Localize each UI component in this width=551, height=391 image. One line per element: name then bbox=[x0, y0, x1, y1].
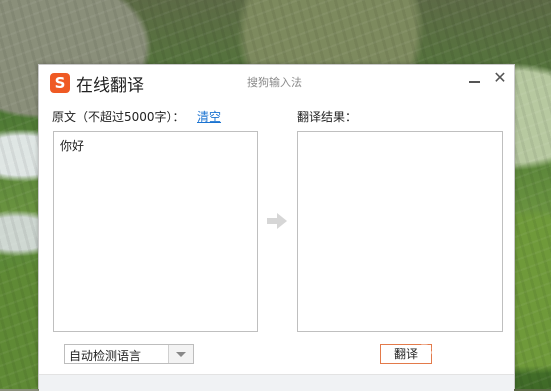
source-label: 原文（不超过5000字）： bbox=[52, 110, 185, 124]
minimize-button[interactable] bbox=[467, 73, 481, 87]
clear-link[interactable]: 清空 bbox=[197, 108, 221, 125]
result-text-area[interactable] bbox=[297, 131, 503, 332]
window-caption: 搜狗输入法 bbox=[247, 76, 302, 89]
watermark: Bai 经验 bbox=[420, 343, 478, 359]
app-title: 在线翻译 bbox=[76, 76, 144, 96]
sogou-logo-icon: S bbox=[50, 73, 70, 93]
result-label: 翻译结果： bbox=[297, 110, 358, 124]
window-footer bbox=[39, 374, 514, 391]
arrow-right-icon bbox=[267, 213, 287, 229]
close-button[interactable]: ✕ bbox=[492, 69, 508, 87]
title-bar: S 在线翻译 搜狗输入法 ✕ bbox=[39, 65, 514, 99]
source-text-area[interactable]: 你好 bbox=[53, 131, 258, 332]
source-text: 你好 bbox=[60, 139, 85, 153]
chevron-down-icon[interactable] bbox=[168, 345, 193, 363]
language-selected: 自动检测语言 bbox=[69, 349, 142, 363]
language-select[interactable]: 自动检测语言 bbox=[64, 344, 194, 364]
